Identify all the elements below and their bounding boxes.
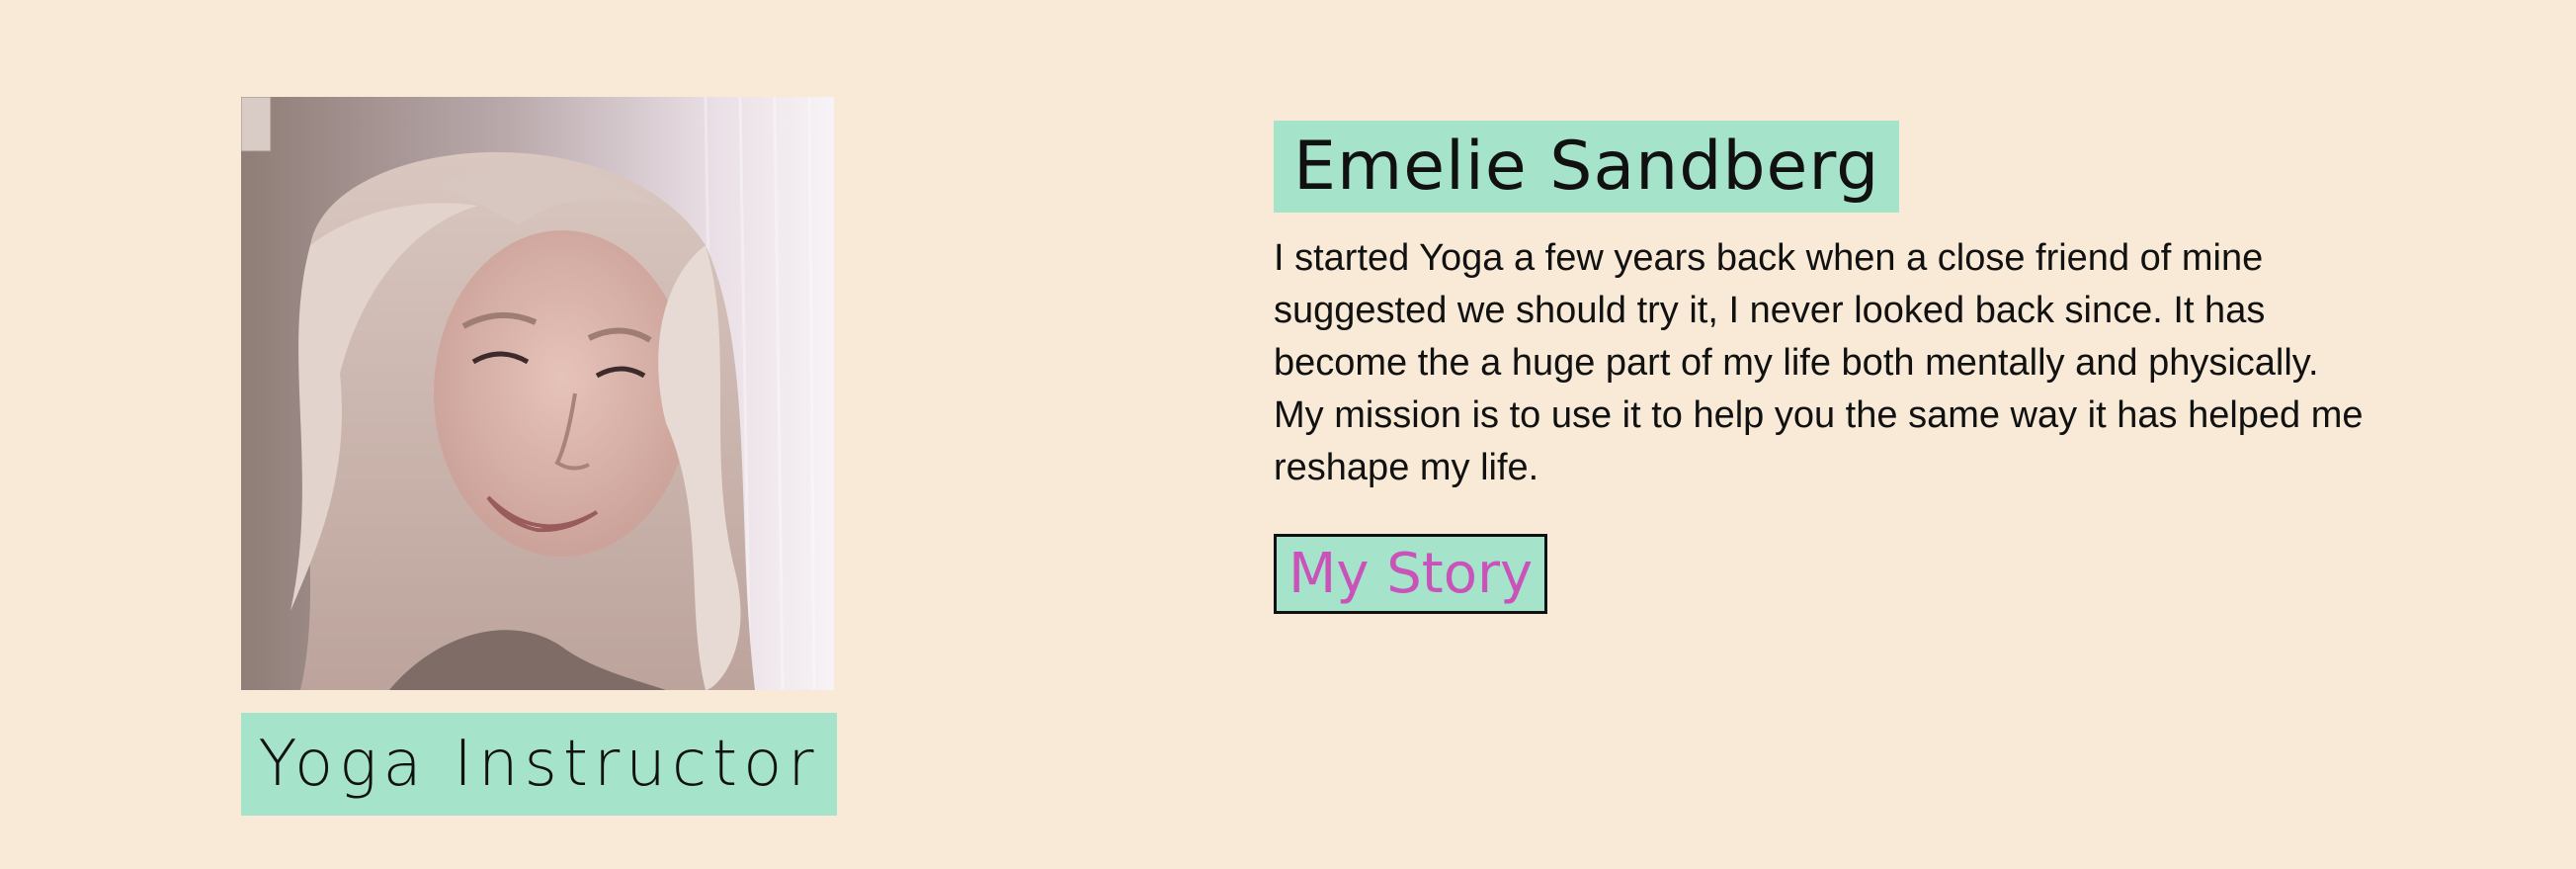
instructor-name: Emelie Sandberg [1274,121,1900,213]
role-label: Yoga Instructor [241,713,837,816]
instructor-bio: I started Yoga a few years back when a c… [1274,237,2364,488]
instructor-profile-section: Yoga Instructor Emelie Sandberg I starte… [0,0,2576,869]
instructor-photo [241,97,834,690]
my-story-button[interactable]: My Story [1274,534,1548,614]
